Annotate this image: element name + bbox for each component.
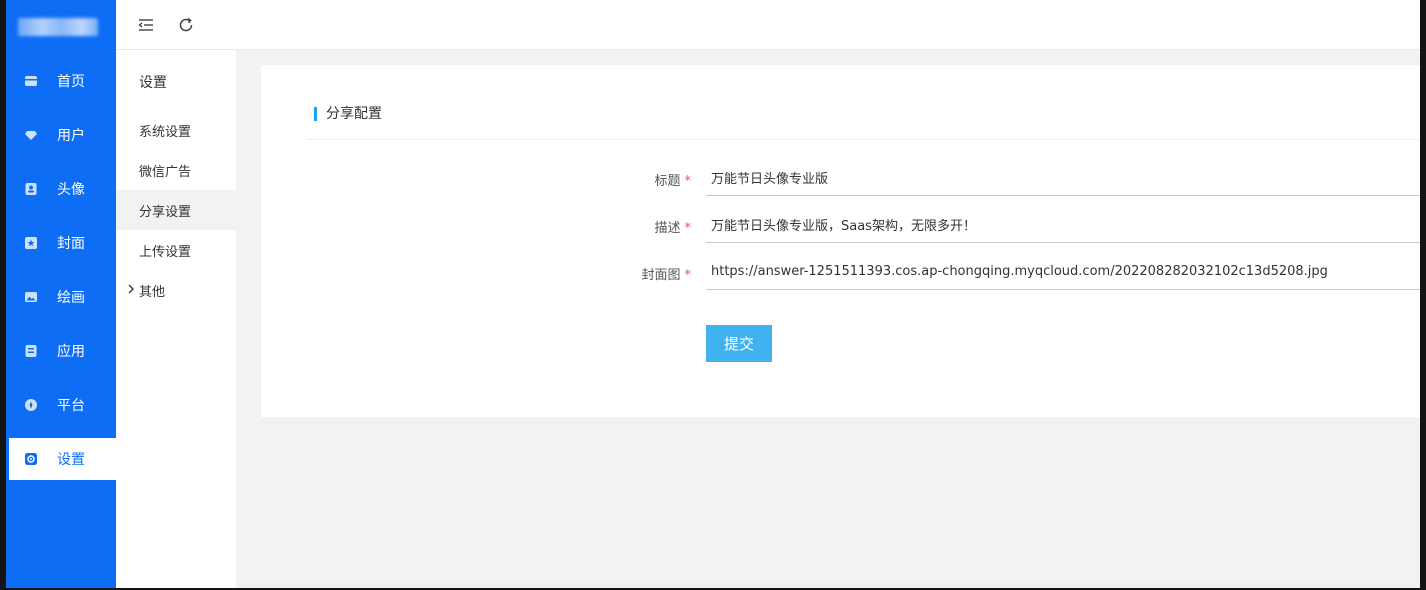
submenu-item-wechat-ads[interactable]: 微信广告 [116,150,236,190]
sidebar-item-users[interactable]: 用户 [6,114,116,156]
form-row-title: 标题 * [261,160,1420,196]
cover-image-input[interactable] [706,254,1420,290]
divider [306,139,1420,140]
diamond-icon [24,128,38,142]
sidebar-item-platform[interactable]: 平台 [6,384,116,426]
submenu-item-share-settings[interactable]: 分享设置 [116,190,236,230]
field-label: 封面图 * [641,268,691,283]
avatar-icon [24,182,38,196]
sidebar-item-label: 首页 [57,74,85,90]
compass-icon [24,398,38,412]
form-row-description: 描述 * [261,207,1420,243]
submenu-item-upload-settings[interactable]: 上传设置 [116,230,236,270]
top-bar [116,0,1420,50]
submenu-item-other[interactable]: 其他 [116,270,236,310]
home-icon [24,74,38,88]
main-sidebar: 首页 用户 头像 封面 绘画 应用 平台 设置 [6,0,116,588]
submenu-item-label: 其他 [139,284,166,300]
settings-submenu: 设置 系统设置 微信广告 分享设置 上传设置 其他 [116,50,236,588]
field-label: 描述 * [654,221,691,236]
sidebar-item-label: 应用 [57,344,85,360]
card-title: 分享配置 [314,105,382,123]
chevron-right-icon [128,284,134,294]
star-square-icon [24,236,38,250]
sidebar-item-label: 用户 [57,128,85,144]
field-label: 标题 * [654,174,691,189]
sidebar-item-apps[interactable]: 应用 [6,330,116,372]
sidebar-item-label: 头像 [57,182,85,198]
app-frame: 首页 用户 头像 封面 绘画 应用 平台 设置 设置 系统设置 微信广告 分享设… [6,0,1420,588]
sidebar-item-label: 平台 [57,398,85,414]
sidebar-item-label: 绘画 [57,290,85,306]
submit-button[interactable]: 提交 [706,325,772,362]
submenu-item-label: 微信广告 [139,164,192,180]
submenu-item-system-settings[interactable]: 系统设置 [116,110,236,150]
sidebar-item-home[interactable]: 首页 [6,60,116,102]
submenu-item-label: 上传设置 [139,244,192,260]
sidebar-item-drawing[interactable]: 绘画 [6,276,116,318]
menu-collapse-icon[interactable] [137,16,155,34]
sidebar-item-settings[interactable]: 设置 [9,438,116,480]
submenu-title: 设置 [139,75,167,91]
sidebar-item-avatar[interactable]: 头像 [6,168,116,210]
description-input[interactable] [706,207,1420,243]
title-input[interactable] [706,160,1420,196]
gear-icon [24,452,38,466]
share-config-card: 分享配置 标题* 描述* 封面图* 提交 [261,65,1420,417]
form-row-cover-image: 封面图 * [261,254,1420,290]
sidebar-item-label: 封面 [57,236,85,252]
app-icon [24,344,38,358]
refresh-icon[interactable] [177,16,195,34]
submenu-item-label: 系统设置 [139,124,192,140]
submenu-item-label: 分享设置 [139,204,192,220]
image-icon [24,290,38,304]
sidebar-item-label: 设置 [57,452,85,468]
sidebar-item-cover[interactable]: 封面 [6,222,116,264]
app-logo[interactable] [18,18,98,36]
